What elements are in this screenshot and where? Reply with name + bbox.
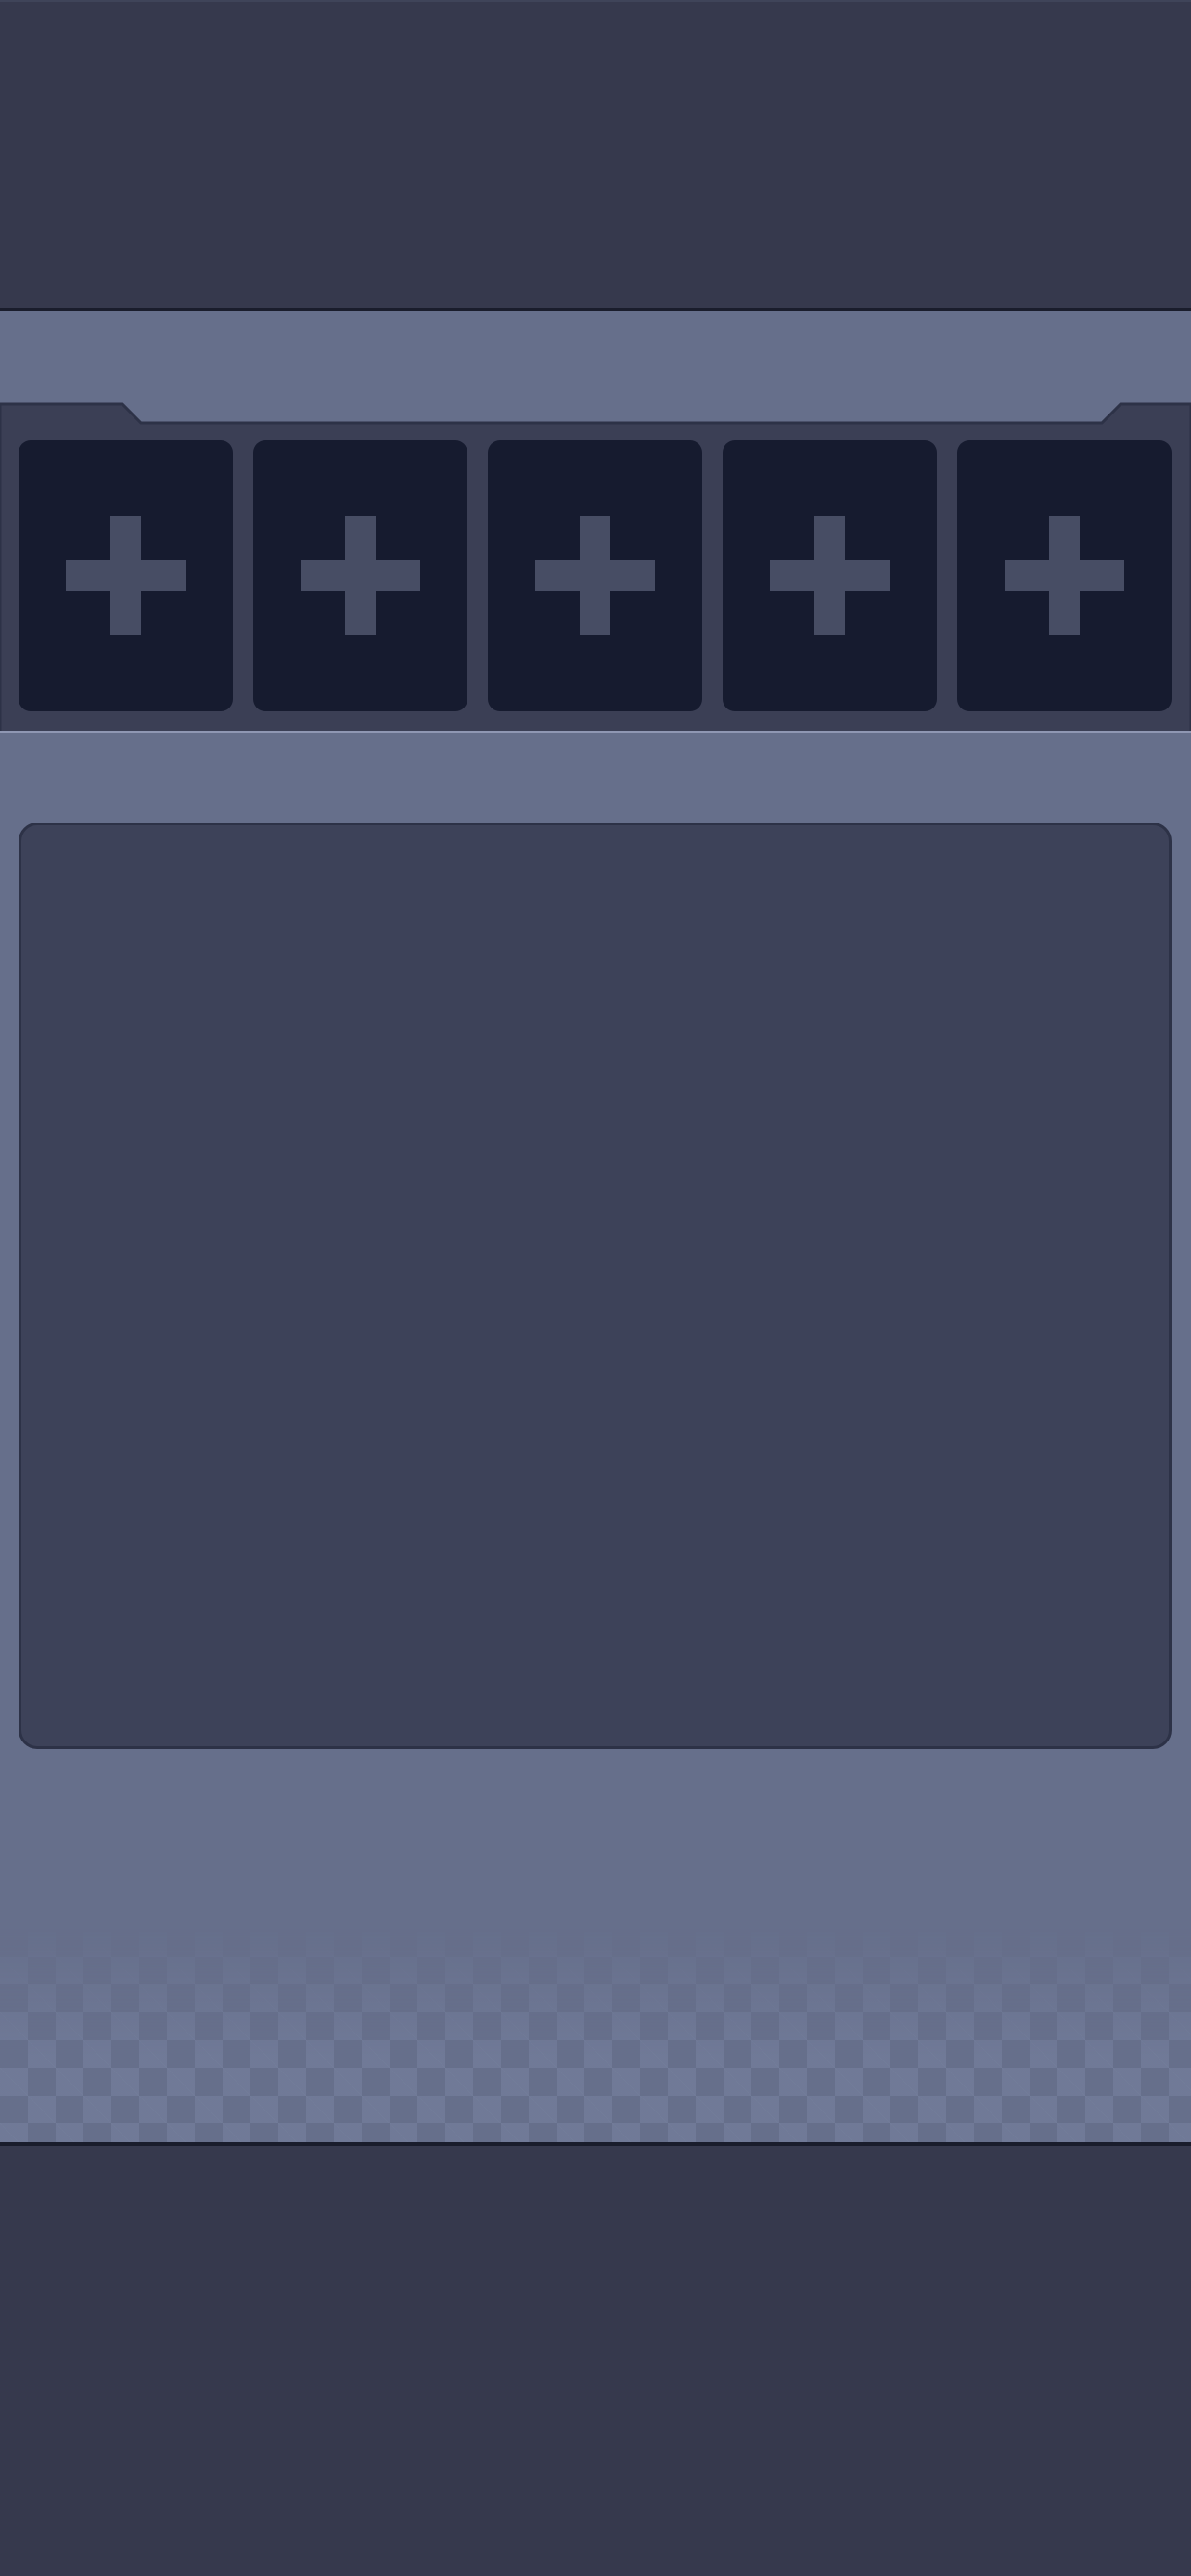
plus-icon [1005,516,1124,635]
main-content-panel [19,823,1172,1749]
top-bar [0,0,1191,308]
plus-icon [301,516,420,635]
slot-2[interactable] [253,440,467,711]
top-bar-edge [0,308,1191,311]
checker-pattern-decoration [0,1929,1191,2142]
plus-icon [770,516,890,635]
slot-3[interactable] [488,440,702,711]
slot-5[interactable] [957,440,1172,711]
tray-divider [0,731,1191,733]
plus-icon [66,516,186,635]
slot-tray [0,402,1191,733]
slot-1[interactable] [19,440,233,711]
bottom-bar [0,2142,1191,2576]
slot-4[interactable] [723,440,937,711]
plus-icon [535,516,655,635]
